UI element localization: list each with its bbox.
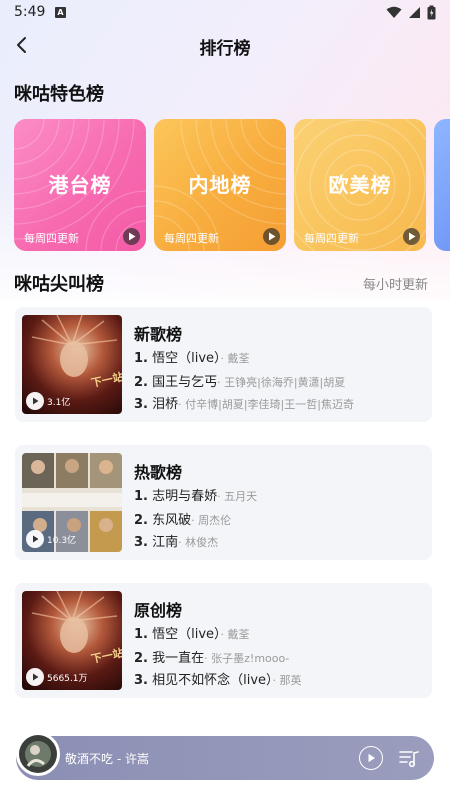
- notification-icon: A: [55, 7, 66, 18]
- cover-play-button[interactable]: [26, 392, 44, 410]
- play-icon: [128, 232, 135, 241]
- play-icon: [32, 535, 38, 543]
- play-count-value: 3.1亿: [47, 397, 71, 408]
- status-icons: [386, 5, 436, 20]
- rank-card-new-songs[interactable]: 下一站歌手 3.1亿 新歌榜 1. 悟空（live）· 戴荃 2. 国王与乞丐·…: [15, 307, 432, 422]
- song-item: 3. 相见不如怀念（live）· 那英: [134, 673, 302, 688]
- rank-cover: 下一站歌手 5665.1万: [22, 591, 122, 690]
- card-play-button[interactable]: [263, 228, 280, 245]
- header: 排行榜: [0, 28, 450, 64]
- rank-card-original[interactable]: 下一站歌手 5665.1万 原创榜 1. 悟空（live）· 戴荃 2. 我一直…: [15, 583, 432, 698]
- featured-card-next[interactable]: [434, 119, 450, 251]
- featured-card-subtitle: 每周四更新: [164, 232, 219, 245]
- featured-card-row: 港台榜 每周四更新 内地榜 每周四更新 欧美榜 每周四更新: [14, 119, 450, 251]
- song-item: 2. 东风破· 周杰伦: [134, 513, 232, 528]
- song-item: 1. 悟空（live）· 戴荃: [134, 627, 250, 642]
- song-item: 3. 江南· 林俊杰: [134, 535, 219, 550]
- featured-card-subtitle: 每周四更新: [24, 232, 79, 245]
- album-art[interactable]: [16, 732, 60, 776]
- play-count: 5665.1万: [26, 668, 88, 686]
- rank-section-header: 咪咕尖叫榜 每小时更新: [14, 270, 436, 296]
- update-note: 每小时更新: [362, 278, 428, 293]
- playlist-icon: [399, 751, 419, 768]
- now-playing-title: 敬酒不吃 - 许嵩: [65, 752, 149, 766]
- wifi-icon: [386, 6, 402, 18]
- featured-card-name: 欧美榜: [328, 173, 392, 197]
- song-item: 1. 悟空（live）· 戴荃: [134, 351, 250, 366]
- featured-card-name: 内地榜: [188, 173, 252, 197]
- rank-title: 原创榜: [134, 601, 183, 620]
- cover-play-button[interactable]: [26, 530, 44, 548]
- song-item: 2. 我一直在· 张子墨z!mooo-: [134, 651, 290, 666]
- playlist-button[interactable]: [398, 747, 420, 769]
- play-icon: [368, 753, 375, 763]
- mini-player[interactable]: 敬酒不吃 - 许嵩: [16, 732, 434, 780]
- rank-cover: 下一站歌手 3.1亿: [22, 315, 122, 414]
- rank-title: 热歌榜: [134, 463, 183, 482]
- battery-icon: [427, 5, 436, 20]
- rank-card-hot-songs[interactable]: 10.3亿 热歌榜 1. 志明与春娇· 五月天 2. 东风破· 周杰伦 3. 江…: [15, 445, 432, 560]
- song-item: 3. 泪桥· 付辛博|胡夏|李佳琦|王一哲|焦迈奇: [134, 397, 354, 412]
- featured-card-hk-tw[interactable]: 港台榜 每周四更新: [14, 119, 146, 251]
- featured-card-western[interactable]: 欧美榜 每周四更新: [294, 119, 426, 251]
- player-play-button[interactable]: [359, 746, 383, 770]
- song-item: 2. 国王与乞丐· 王铮亮|徐海乔|黄潇|胡夏: [134, 375, 346, 390]
- play-count: 3.1亿: [26, 392, 70, 410]
- rank-title: 新歌榜: [134, 325, 183, 344]
- play-count-value: 10.3亿: [47, 535, 77, 546]
- signal-icon: [409, 7, 420, 18]
- card-play-button[interactable]: [123, 228, 140, 245]
- page-title: 排行榜: [199, 39, 251, 59]
- featured-section-title: 咪咕特色榜: [14, 84, 104, 105]
- album-art-image: [19, 735, 57, 773]
- status-time: 5:49: [14, 4, 46, 20]
- play-icon: [32, 397, 38, 405]
- play-icon: [32, 673, 38, 681]
- svg-text:下一站歌手: 下一站歌手: [90, 365, 122, 390]
- status-bar: 5:49 A: [0, 0, 450, 26]
- card-play-button[interactable]: [403, 228, 420, 245]
- featured-card-name: 港台榜: [48, 173, 112, 197]
- song-item: 1. 志明与春娇· 五月天: [134, 489, 258, 504]
- featured-card-subtitle: 每周四更新: [304, 232, 359, 245]
- svg-text:下一站歌手: 下一站歌手: [90, 641, 122, 666]
- cover-play-button[interactable]: [26, 668, 44, 686]
- featured-card-mainland[interactable]: 内地榜 每周四更新: [154, 119, 286, 251]
- play-count-value: 5665.1万: [47, 673, 88, 684]
- play-count: 10.3亿: [26, 530, 76, 548]
- play-icon: [268, 232, 275, 241]
- rank-cover: 10.3亿: [22, 453, 122, 552]
- play-icon: [408, 232, 415, 241]
